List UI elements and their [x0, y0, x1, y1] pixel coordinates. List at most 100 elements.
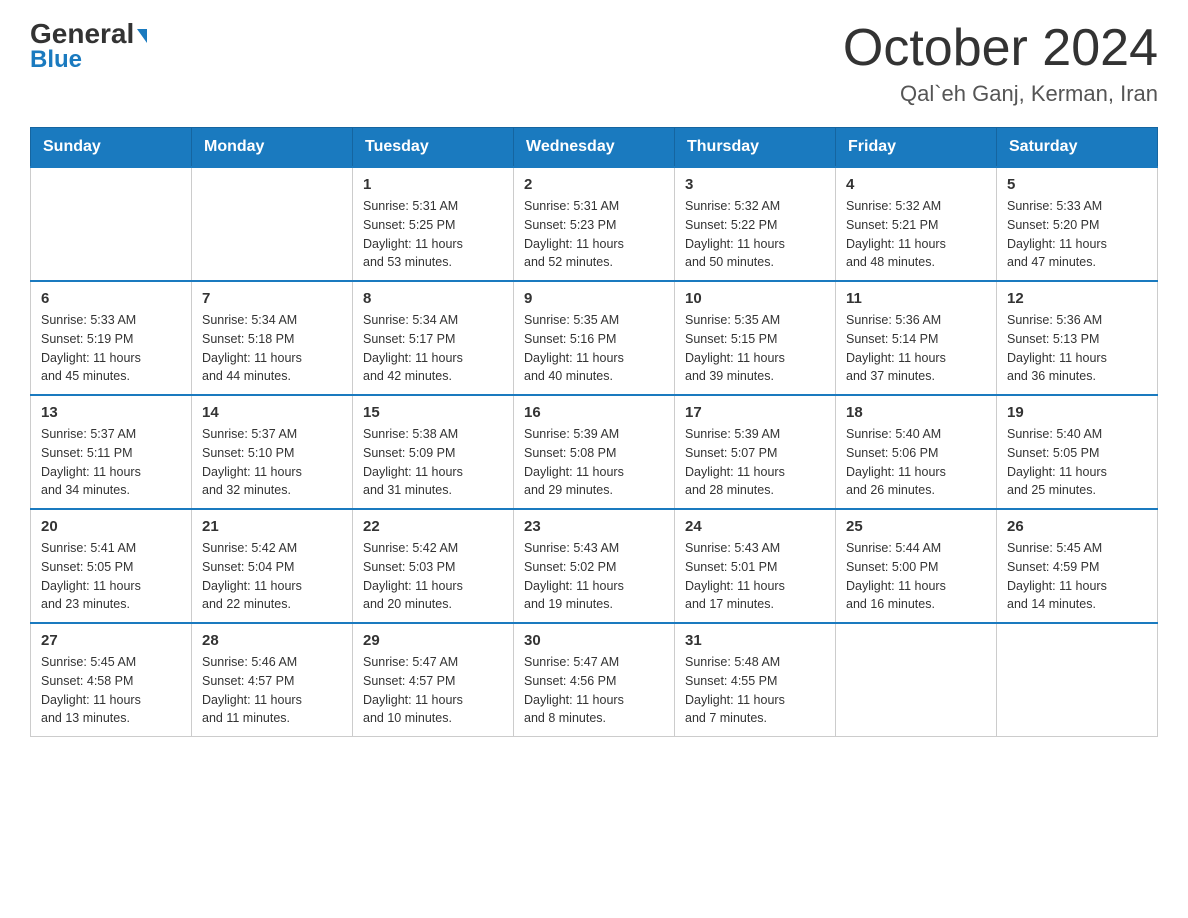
calendar-cell-w5-d5: 31Sunrise: 5:48 AMSunset: 4:55 PMDayligh… — [675, 623, 836, 737]
day-info: Sunrise: 5:43 AMSunset: 5:01 PMDaylight:… — [685, 539, 825, 614]
day-info: Sunrise: 5:41 AMSunset: 5:05 PMDaylight:… — [41, 539, 181, 614]
calendar-cell-w5-d1: 27Sunrise: 5:45 AMSunset: 4:58 PMDayligh… — [31, 623, 192, 737]
calendar-cell-w1-d3: 1Sunrise: 5:31 AMSunset: 5:25 PMDaylight… — [353, 167, 514, 281]
day-info: Sunrise: 5:32 AMSunset: 5:21 PMDaylight:… — [846, 197, 986, 272]
day-info: Sunrise: 5:38 AMSunset: 5:09 PMDaylight:… — [363, 425, 503, 500]
logo-triangle-icon — [137, 29, 147, 43]
calendar-cell-w2-d3: 8Sunrise: 5:34 AMSunset: 5:17 PMDaylight… — [353, 281, 514, 395]
calendar-header-row: Sunday Monday Tuesday Wednesday Thursday… — [31, 128, 1158, 168]
day-info: Sunrise: 5:36 AMSunset: 5:13 PMDaylight:… — [1007, 311, 1147, 386]
logo: General Blue — [30, 20, 147, 74]
day-number: 22 — [363, 518, 503, 535]
calendar-cell-w5-d4: 30 Sunrise: 5:47 AMSunset: 4:56 PMDayligh… — [514, 623, 675, 737]
day-number: 10 — [685, 290, 825, 307]
day-number: 7 — [202, 290, 342, 307]
calendar-cell-w4-d2: 21 Sunrise: 5:42 AMSunset: 5:04 PMDayligh… — [192, 509, 353, 623]
calendar-table: Sunday Monday Tuesday Wednesday Thursday… — [30, 127, 1158, 737]
day-number: 24 — [685, 518, 825, 535]
calendar-cell-w3-d4: 16Sunrise: 5:39 AMSunset: 5:08 PMDayligh… — [514, 395, 675, 509]
calendar-cell-w5-d3: 29Sunrise: 5:47 AMSunset: 4:57 PMDayligh… — [353, 623, 514, 737]
calendar-cell-w1-d6: 4Sunrise: 5:32 AMSunset: 5:21 PMDaylight… — [836, 167, 997, 281]
calendar-cell-w2-d6: 11 Sunrise: 5:36 AMSunset: 5:14 PMDayligh… — [836, 281, 997, 395]
calendar-cell-w4-d6: 25Sunrise: 5:44 AMSunset: 5:00 PMDayligh… — [836, 509, 997, 623]
day-number: 12 — [1007, 290, 1147, 307]
day-info: Sunrise: 5:35 AMSunset: 5:16 PMDaylight:… — [524, 311, 664, 386]
day-info: Sunrise: 5:40 AMSunset: 5:06 PMDaylight:… — [846, 425, 986, 500]
day-number: 6 — [41, 290, 181, 307]
day-number: 23 — [524, 518, 664, 535]
day-number: 2 — [524, 176, 664, 193]
day-info: Sunrise: 5:36 AMSunset: 5:14 PMDaylight:… — [846, 311, 986, 386]
header-thursday: Thursday — [675, 128, 836, 168]
calendar-cell-w1-d7: 5 Sunrise: 5:33 AMSunset: 5:20 PMDaylight… — [997, 167, 1158, 281]
day-number: 13 — [41, 404, 181, 421]
day-number: 28 — [202, 632, 342, 649]
calendar-cell-w2-d4: 9 Sunrise: 5:35 AMSunset: 5:16 PMDaylight… — [514, 281, 675, 395]
week-row-1: 1Sunrise: 5:31 AMSunset: 5:25 PMDaylight… — [31, 167, 1158, 281]
day-number: 26 — [1007, 518, 1147, 535]
header-sunday: Sunday — [31, 128, 192, 168]
calendar-cell-w2-d7: 12 Sunrise: 5:36 AMSunset: 5:13 PMDayligh… — [997, 281, 1158, 395]
calendar-cell-w4-d1: 20 Sunrise: 5:41 AMSunset: 5:05 PMDayligh… — [31, 509, 192, 623]
week-row-5: 27Sunrise: 5:45 AMSunset: 4:58 PMDayligh… — [31, 623, 1158, 737]
day-number: 18 — [846, 404, 986, 421]
calendar-cell-w2-d5: 10 Sunrise: 5:35 AMSunset: 5:15 PMDayligh… — [675, 281, 836, 395]
calendar-cell-w2-d1: 6 Sunrise: 5:33 AMSunset: 5:19 PMDaylight… — [31, 281, 192, 395]
day-number: 3 — [685, 176, 825, 193]
calendar-cell-w1-d1 — [31, 167, 192, 281]
day-info: Sunrise: 5:31 AMSunset: 5:25 PMDaylight:… — [363, 197, 503, 272]
day-info: Sunrise: 5:35 AMSunset: 5:15 PMDaylight:… — [685, 311, 825, 386]
day-number: 21 — [202, 518, 342, 535]
day-number: 14 — [202, 404, 342, 421]
day-info: Sunrise: 5:37 AMSunset: 5:10 PMDaylight:… — [202, 425, 342, 500]
day-info: Sunrise: 5:43 AMSunset: 5:02 PMDaylight:… — [524, 539, 664, 614]
day-number: 19 — [1007, 404, 1147, 421]
logo-blue-text: Blue — [30, 46, 82, 74]
day-info: Sunrise: 5:39 AMSunset: 5:07 PMDaylight:… — [685, 425, 825, 500]
month-title: October 2024 — [843, 20, 1158, 77]
day-info: Sunrise: 5:40 AMSunset: 5:05 PMDaylight:… — [1007, 425, 1147, 500]
day-number: 25 — [846, 518, 986, 535]
day-info: Sunrise: 5:47 AMSunset: 4:56 PMDaylight:… — [524, 653, 664, 728]
calendar-cell-w4-d3: 22 Sunrise: 5:42 AMSunset: 5:03 PMDayligh… — [353, 509, 514, 623]
week-row-3: 13Sunrise: 5:37 AMSunset: 5:11 PMDayligh… — [31, 395, 1158, 509]
day-info: Sunrise: 5:33 AMSunset: 5:19 PMDaylight:… — [41, 311, 181, 386]
calendar-cell-w5-d2: 28 Sunrise: 5:46 AMSunset: 4:57 PMDayligh… — [192, 623, 353, 737]
day-info: Sunrise: 5:42 AMSunset: 5:04 PMDaylight:… — [202, 539, 342, 614]
day-info: Sunrise: 5:45 AMSunset: 4:59 PMDaylight:… — [1007, 539, 1147, 614]
title-block: October 2024 Qal`eh Ganj, Kerman, Iran — [843, 20, 1158, 107]
calendar-cell-w1-d4: 2 Sunrise: 5:31 AMSunset: 5:23 PMDaylight… — [514, 167, 675, 281]
calendar-cell-w1-d5: 3 Sunrise: 5:32 AMSunset: 5:22 PMDaylight… — [675, 167, 836, 281]
header-friday: Friday — [836, 128, 997, 168]
day-number: 5 — [1007, 176, 1147, 193]
header-wednesday: Wednesday — [514, 128, 675, 168]
location-title: Qal`eh Ganj, Kerman, Iran — [843, 81, 1158, 107]
header-saturday: Saturday — [997, 128, 1158, 168]
day-number: 30 — [524, 632, 664, 649]
day-info: Sunrise: 5:42 AMSunset: 5:03 PMDaylight:… — [363, 539, 503, 614]
day-info: Sunrise: 5:31 AMSunset: 5:23 PMDaylight:… — [524, 197, 664, 272]
day-info: Sunrise: 5:45 AMSunset: 4:58 PMDaylight:… — [41, 653, 181, 728]
day-number: 9 — [524, 290, 664, 307]
week-row-2: 6 Sunrise: 5:33 AMSunset: 5:19 PMDaylight… — [31, 281, 1158, 395]
calendar-cell-w1-d2 — [192, 167, 353, 281]
day-number: 20 — [41, 518, 181, 535]
day-info: Sunrise: 5:47 AMSunset: 4:57 PMDaylight:… — [363, 653, 503, 728]
day-number: 17 — [685, 404, 825, 421]
calendar-cell-w3-d1: 13Sunrise: 5:37 AMSunset: 5:11 PMDayligh… — [31, 395, 192, 509]
calendar-cell-w5-d6 — [836, 623, 997, 737]
day-info: Sunrise: 5:33 AMSunset: 5:20 PMDaylight:… — [1007, 197, 1147, 272]
day-info: Sunrise: 5:32 AMSunset: 5:22 PMDaylight:… — [685, 197, 825, 272]
header-monday: Monday — [192, 128, 353, 168]
calendar-cell-w3-d6: 18 Sunrise: 5:40 AMSunset: 5:06 PMDayligh… — [836, 395, 997, 509]
calendar-cell-w5-d7 — [997, 623, 1158, 737]
day-number: 31 — [685, 632, 825, 649]
calendar-cell-w4-d4: 23 Sunrise: 5:43 AMSunset: 5:02 PMDayligh… — [514, 509, 675, 623]
day-number: 16 — [524, 404, 664, 421]
day-info: Sunrise: 5:46 AMSunset: 4:57 PMDaylight:… — [202, 653, 342, 728]
calendar-cell-w3-d3: 15 Sunrise: 5:38 AMSunset: 5:09 PMDayligh… — [353, 395, 514, 509]
week-row-4: 20 Sunrise: 5:41 AMSunset: 5:05 PMDayligh… — [31, 509, 1158, 623]
day-number: 11 — [846, 290, 986, 307]
calendar-cell-w3-d7: 19 Sunrise: 5:40 AMSunset: 5:05 PMDayligh… — [997, 395, 1158, 509]
day-number: 15 — [363, 404, 503, 421]
